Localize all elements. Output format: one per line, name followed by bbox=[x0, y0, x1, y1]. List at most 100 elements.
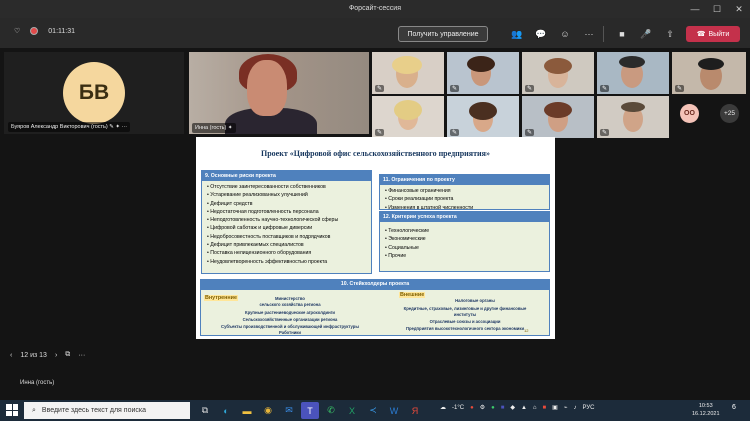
chevron-right-icon[interactable]: › bbox=[55, 352, 57, 359]
stakeholder-item: Сельскохозяйственные организации региона bbox=[242, 317, 338, 322]
presenter-name: Инна (гость) bbox=[20, 380, 55, 386]
language-indicator[interactable]: РУС bbox=[582, 405, 594, 411]
more-options-icon[interactable]: ··· bbox=[78, 352, 85, 359]
criteria-list: Технологические Экономические Социальные… bbox=[380, 222, 549, 262]
people-icon[interactable]: 👥 bbox=[505, 24, 529, 44]
reactions-icon[interactable]: ☺ bbox=[553, 24, 577, 44]
risks-panel: 9. Основные риски проекта Отсутствие заи… bbox=[201, 170, 372, 274]
mic-icon: ✎ bbox=[600, 85, 610, 92]
tray-app-icon[interactable]: ■ bbox=[501, 405, 505, 411]
participant-tile-inna[interactable]: Инна (гость) ✦ bbox=[189, 52, 369, 134]
mic-icon: ✎ bbox=[375, 129, 385, 136]
shield-icon[interactable]: ♡ bbox=[14, 27, 20, 35]
slide-pager: ‹ 12 из 13 › ⧉ ··· bbox=[10, 351, 85, 359]
slide-title: Проект «Цифровой офис сельскохозяйственн… bbox=[261, 149, 490, 158]
video-person-hair bbox=[544, 102, 572, 118]
edge-icon[interactable]: ◐ bbox=[217, 402, 235, 419]
limits-heading: 11. Ограничения по проекту bbox=[380, 175, 549, 185]
windows-start-icon[interactable] bbox=[6, 404, 18, 416]
participant-tile[interactable]: ✎ bbox=[447, 52, 519, 94]
participant-tile[interactable]: ✎ bbox=[597, 52, 669, 94]
stakeholder-item: Субъекты производственной и обслуживающе… bbox=[221, 324, 359, 329]
more-actions-icon[interactable]: ··· bbox=[577, 24, 601, 44]
tray-app-icon[interactable]: ▲ bbox=[521, 405, 527, 411]
mic-icon: ✎ bbox=[450, 85, 460, 92]
task-view-icon[interactable]: ⧉ bbox=[196, 402, 214, 419]
take-control-button[interactable]: Получить управление bbox=[398, 26, 488, 42]
stakeholders-heading: 10. Стейкхолдеры проекта bbox=[200, 279, 550, 289]
stakeholder-item: Министерство bbox=[275, 296, 305, 301]
yandex-icon[interactable]: Я bbox=[406, 402, 424, 419]
participant-tile[interactable]: ✎ bbox=[522, 96, 594, 138]
participant-tile[interactable]: ✎ bbox=[672, 52, 746, 94]
tray-app-icon[interactable]: ● bbox=[470, 405, 474, 411]
weather-icon[interactable]: ☁ bbox=[440, 404, 446, 411]
list-item: Социальные bbox=[385, 244, 544, 252]
maximize-button[interactable]: ☐ bbox=[706, 0, 728, 18]
excel-icon[interactable]: X bbox=[343, 402, 361, 419]
taskbar: ⌕ Введите здесь текст для поиска ⧉ ◐ ▬ ◉… bbox=[0, 400, 750, 421]
mic-icon[interactable]: 🎤 bbox=[634, 24, 658, 44]
weather-temp[interactable]: -1°C bbox=[452, 405, 464, 411]
leave-button[interactable]: ☎ Выйти bbox=[686, 26, 740, 42]
video-person-hair bbox=[544, 58, 572, 74]
window-controls: — ☐ ✕ bbox=[684, 0, 750, 18]
network-icon[interactable]: ⌁ bbox=[564, 404, 568, 411]
stakeholder-item: Предприятия высокотехнологичного сектора… bbox=[405, 326, 525, 331]
volume-icon[interactable]: ♪ bbox=[573, 405, 576, 411]
tray-app-icon[interactable]: ● bbox=[491, 405, 495, 411]
toolbar-divider bbox=[603, 26, 604, 42]
participant-tile[interactable]: ✎ bbox=[372, 96, 444, 138]
list-item: Финансовые ограничения bbox=[385, 187, 544, 195]
list-item: Неудовлетворенность эффективностью проек… bbox=[207, 258, 366, 266]
more-participants-badge[interactable]: +25 bbox=[720, 104, 739, 123]
participant-tile[interactable]: ✎ bbox=[522, 52, 594, 94]
participant-tile[interactable]: ✎ bbox=[372, 52, 444, 94]
participant-tile[interactable]: ✎ bbox=[597, 96, 669, 138]
tray-app-icon[interactable]: ◆ bbox=[510, 404, 515, 411]
mic-icon: ✎ bbox=[675, 85, 685, 92]
clock-date: 16.12.2021 bbox=[692, 411, 720, 417]
mic-icon: ✎ bbox=[450, 129, 460, 136]
taskbar-search[interactable]: ⌕ Введите здесь текст для поиска bbox=[24, 402, 190, 419]
vscode-icon[interactable]: ≺ bbox=[364, 402, 382, 419]
tray-app-icon[interactable]: ⌂ bbox=[533, 405, 537, 411]
limits-list: Финансовые ограничения Сроки реализации … bbox=[380, 185, 549, 214]
close-window-button[interactable]: ✕ bbox=[728, 0, 750, 18]
whatsapp-icon[interactable]: ✆ bbox=[322, 402, 340, 419]
internal-label: Внутренние bbox=[204, 295, 238, 301]
video-person-hair bbox=[469, 102, 497, 120]
minimize-button[interactable]: — bbox=[684, 0, 706, 18]
risks-list: Отсутствие заинтересованности собственни… bbox=[202, 181, 371, 268]
tray-app-icon[interactable]: ■ bbox=[543, 405, 547, 411]
stakeholder-item: Отраслевые союзы и ассоциации bbox=[429, 319, 501, 324]
teams-icon[interactable]: T bbox=[301, 402, 319, 419]
participant-tile[interactable]: ✎ bbox=[447, 96, 519, 138]
slide-page-number: 12 bbox=[524, 328, 529, 333]
stakeholder-item: Кредитные, страховые, лизинговые и други… bbox=[403, 306, 527, 311]
avatar: БВ bbox=[63, 62, 125, 124]
avatar[interactable]: ОО bbox=[680, 104, 699, 123]
notification-icon[interactable]: 6 bbox=[732, 404, 736, 411]
list-item: Дефицит средств bbox=[207, 200, 366, 208]
camera-icon[interactable]: ■ bbox=[610, 24, 634, 44]
explorer-icon[interactable]: ▬ bbox=[238, 402, 256, 419]
word-icon[interactable]: W bbox=[385, 402, 403, 419]
chat-icon[interactable]: 💬 bbox=[529, 24, 553, 44]
chrome-icon[interactable]: ◉ bbox=[259, 402, 277, 419]
list-item: Дефицит привлекаемых специалистов bbox=[207, 241, 366, 249]
tray-app-icon[interactable]: ▣ bbox=[552, 404, 558, 411]
mic-off-icon: ✎ ✦ ··· bbox=[109, 124, 128, 130]
system-tray: ☁ -1°C ● ⚙ ● ■ ◆ ▲ ⌂ ■ ▣ ⌁ ♪ РУС bbox=[440, 404, 594, 412]
chevron-left-icon[interactable]: ‹ bbox=[10, 352, 12, 359]
pin-icon: ✦ bbox=[227, 125, 233, 131]
taskbar-clock[interactable]: 10:53 16.12.2021 bbox=[692, 402, 720, 418]
share-screen-icon[interactable]: ⇧ bbox=[658, 24, 682, 44]
tray-app-icon[interactable]: ⚙ bbox=[480, 404, 485, 411]
risks-heading: 9. Основные риски проекта bbox=[202, 171, 371, 181]
list-item: Недобросовестность поставщиков и подрядч… bbox=[207, 233, 366, 241]
sync-icon[interactable]: ⧉ bbox=[65, 351, 70, 359]
mail-icon[interactable]: ✉ bbox=[280, 402, 298, 419]
notification-count: 6 bbox=[732, 404, 736, 411]
criteria-panel: 12. Критерии успеха проекта Технологичес… bbox=[379, 211, 550, 272]
